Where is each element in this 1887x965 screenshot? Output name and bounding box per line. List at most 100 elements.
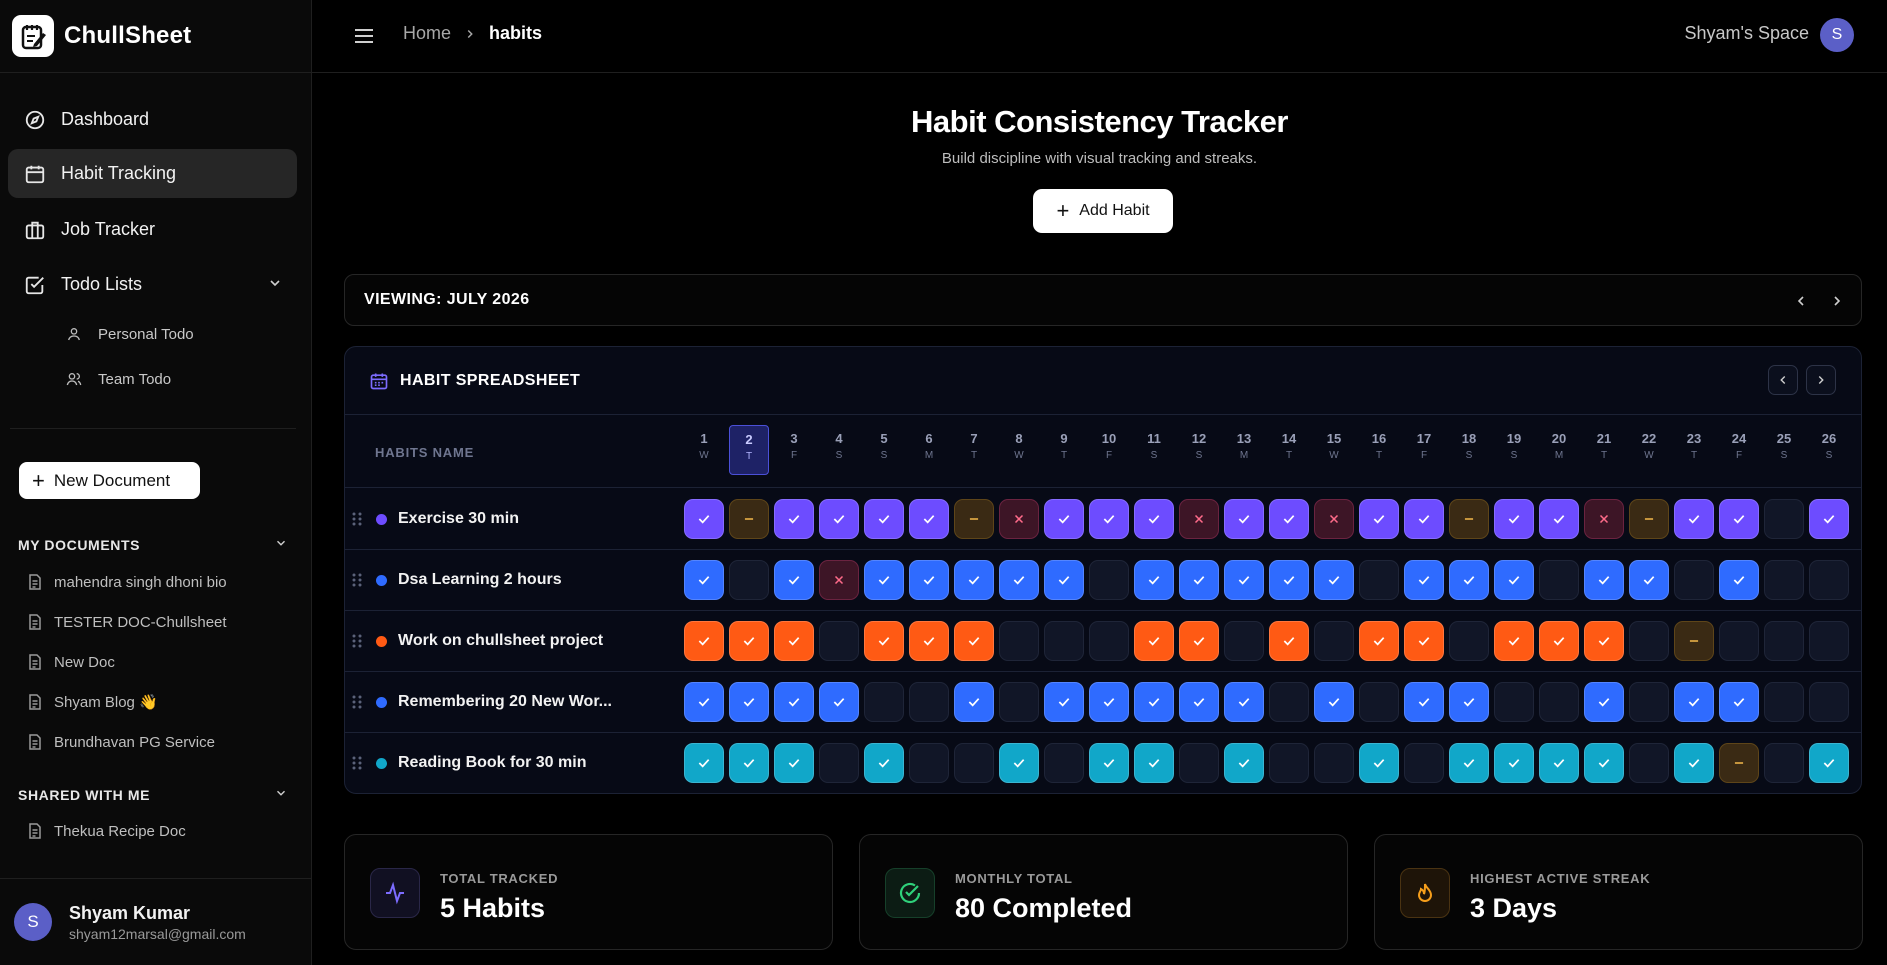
habit-cell-skipped[interactable] [729,499,769,539]
habit-cell-done[interactable] [999,560,1039,600]
habit-cell-empty[interactable] [909,682,949,722]
habit-cell-done[interactable] [999,743,1039,783]
habit-cell-done[interactable] [1494,560,1534,600]
habit-cell-done[interactable] [909,499,949,539]
drag-handle-icon[interactable] [351,572,363,593]
habit-cell-done[interactable] [1269,499,1309,539]
habit-cell-done[interactable] [1179,560,1219,600]
habit-cell-done[interactable] [819,682,859,722]
habit-cell-done[interactable] [1449,560,1489,600]
habit-cell-done[interactable] [1674,499,1714,539]
habit-cell-done[interactable] [684,743,724,783]
habit-cell-done[interactable] [1359,621,1399,661]
habit-cell-done[interactable] [819,499,859,539]
document-item[interactable]: New Doc [28,651,115,673]
habit-cell-done[interactable] [909,621,949,661]
habit-cell-empty[interactable] [1629,621,1669,661]
habit-cell-done[interactable] [684,499,724,539]
habit-cell-missed[interactable] [999,499,1039,539]
habit-cell-done[interactable] [1809,499,1849,539]
habit-cell-done[interactable] [729,682,769,722]
habit-cell-empty[interactable] [819,621,859,661]
habit-cell-empty[interactable] [1359,682,1399,722]
habit-name[interactable]: Exercise 30 min [398,510,519,528]
habit-cell-empty[interactable] [1764,499,1804,539]
habit-cell-done[interactable] [864,743,904,783]
habit-cell-done[interactable] [1089,743,1129,783]
habit-cell-empty[interactable] [1089,621,1129,661]
habit-cell-done[interactable] [1089,682,1129,722]
habit-cell-done[interactable] [1134,499,1174,539]
habit-cell-done[interactable] [1134,743,1174,783]
habit-cell-empty[interactable] [1809,682,1849,722]
habit-cell-done[interactable] [1179,682,1219,722]
habit-cell-done[interactable] [1674,743,1714,783]
habit-cell-empty[interactable] [1269,682,1309,722]
sidebar-item-habit-tracking[interactable]: Habit Tracking [8,149,297,198]
habit-cell-empty[interactable] [1494,682,1534,722]
habit-cell-empty[interactable] [1809,560,1849,600]
habit-cell-done[interactable] [954,682,994,722]
habit-cell-empty[interactable] [1674,560,1714,600]
habit-cell-empty[interactable] [1359,560,1399,600]
habit-cell-empty[interactable] [1719,621,1759,661]
habit-cell-empty[interactable] [999,621,1039,661]
sidebar-subitem-team-todo[interactable]: Team Todo [66,364,171,394]
shared-with-me-header[interactable]: SHARED WITH ME [18,786,288,803]
habit-cell-empty[interactable] [1269,743,1309,783]
previous-month-button[interactable] [1791,291,1811,311]
habit-cell-done[interactable] [684,560,724,600]
brand[interactable]: ChullSheet [0,0,311,73]
habit-cell-missed[interactable] [819,560,859,600]
next-month-button[interactable] [1827,291,1847,311]
habit-cell-empty[interactable] [1629,682,1669,722]
habit-cell-done[interactable] [1134,560,1174,600]
habit-cell-done[interactable] [864,560,904,600]
habit-cell-done[interactable] [1719,682,1759,722]
habit-cell-done[interactable] [909,560,949,600]
habit-cell-done[interactable] [774,621,814,661]
habit-cell-done[interactable] [1674,682,1714,722]
sidebar-subitem-personal-todo[interactable]: Personal Todo [66,319,194,349]
habit-cell-empty[interactable] [1809,621,1849,661]
habit-cell-skipped[interactable] [1449,499,1489,539]
habit-cell-done[interactable] [1224,743,1264,783]
habit-cell-done[interactable] [1314,560,1354,600]
habit-cell-done[interactable] [1134,682,1174,722]
habit-name[interactable]: Remembering 20 New Wor... [398,693,612,711]
drag-handle-icon[interactable] [351,694,363,715]
habit-cell-done[interactable] [1044,499,1084,539]
document-item[interactable]: Brundhavan PG Service [28,731,215,753]
habit-cell-empty[interactable] [1449,621,1489,661]
habit-cell-done[interactable] [1089,499,1129,539]
drag-handle-icon[interactable] [351,633,363,654]
habit-cell-done[interactable] [729,621,769,661]
habit-cell-done[interactable] [729,743,769,783]
habit-cell-done[interactable] [1134,621,1174,661]
habit-cell-empty[interactable] [1314,743,1354,783]
habit-cell-empty[interactable] [954,743,994,783]
habit-cell-empty[interactable] [1404,743,1444,783]
habit-cell-done[interactable] [864,621,904,661]
habit-name[interactable]: Dsa Learning 2 hours [398,571,562,589]
habit-cell-empty[interactable] [1764,560,1804,600]
habit-name[interactable]: Reading Book for 30 min [398,754,586,772]
habit-cell-done[interactable] [1224,499,1264,539]
habit-cell-done[interactable] [1269,621,1309,661]
habit-cell-done[interactable] [954,621,994,661]
habit-cell-done[interactable] [1179,621,1219,661]
document-item[interactable]: TESTER DOC-Chullsheet [28,611,227,633]
habit-cell-done[interactable] [1224,682,1264,722]
habit-cell-done[interactable] [1404,560,1444,600]
habit-cell-done[interactable] [774,743,814,783]
document-item[interactable]: Shyam Blog 👋 [28,691,158,713]
habit-cell-empty[interactable] [1764,743,1804,783]
habit-cell-done[interactable] [1584,560,1624,600]
menu-icon[interactable] [352,24,376,48]
habit-name[interactable]: Work on chullsheet project [398,632,603,650]
habit-cell-empty[interactable] [729,560,769,600]
habit-cell-done[interactable] [1584,621,1624,661]
habit-cell-done[interactable] [1629,560,1669,600]
habit-cell-skipped[interactable] [1674,621,1714,661]
habit-cell-done[interactable] [774,499,814,539]
